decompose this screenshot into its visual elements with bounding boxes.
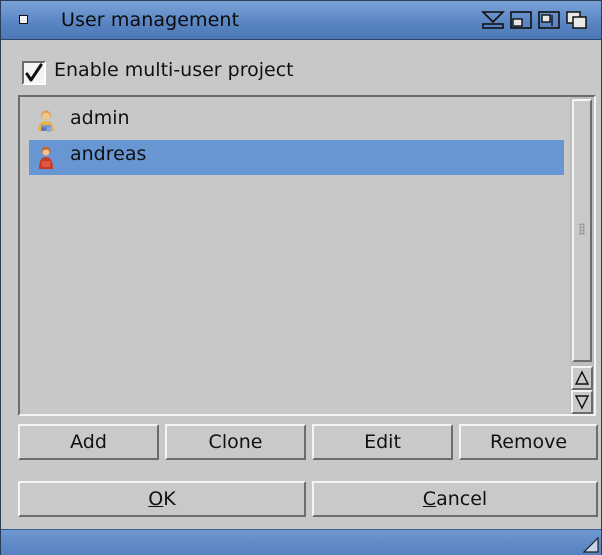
cancel-label: ancel [436,488,488,510]
user-list-frame: admin andreas [18,95,596,416]
resize-handle-icon[interactable] [583,537,599,553]
user-icon [39,146,53,169]
user-name: andreas [70,143,147,165]
multi-user-checkbox[interactable] [22,61,46,85]
cancel-accelerator: C [422,488,437,510]
title-bar[interactable]: User management [1,1,601,40]
user-row-admin[interactable]: admin [29,104,564,139]
add-button[interactable]: Add [18,424,159,460]
cancel-button[interactable]: Cancel [312,481,598,517]
user-list[interactable]: admin andreas [20,97,570,414]
scroll-knob[interactable] [572,99,592,362]
grip-icon [579,223,585,235]
multi-user-label: Enable multi-user project [54,59,294,81]
close-window-icon[interactable] [12,9,36,31]
remove-button[interactable]: Remove [459,424,598,460]
edit-button[interactable]: Edit [312,424,453,460]
ok-label: K [163,488,176,510]
user-row-andreas[interactable]: andreas [29,140,564,175]
status-bar [1,529,601,555]
list-scrollbar[interactable] [570,97,594,414]
checkmark-icon [25,63,43,82]
user-name: admin [70,107,130,129]
iconify-icon[interactable] [481,10,505,30]
scroll-down-button[interactable] [571,390,593,414]
popup-menu-icon[interactable] [537,10,561,30]
zoom-icon[interactable] [509,10,533,30]
arrow-up-icon [574,370,590,385]
arrow-down-icon [574,395,590,410]
user-management-window: User management Enable multi-user projec… [0,0,602,555]
ok-button[interactable]: OK [18,481,306,517]
clone-button[interactable]: Clone [165,424,306,460]
depth-icon[interactable] [565,10,589,30]
ok-accelerator: O [148,488,164,510]
window-title: User management [61,9,240,31]
admin-user-icon [38,110,54,132]
scroll-up-button[interactable] [571,366,593,390]
